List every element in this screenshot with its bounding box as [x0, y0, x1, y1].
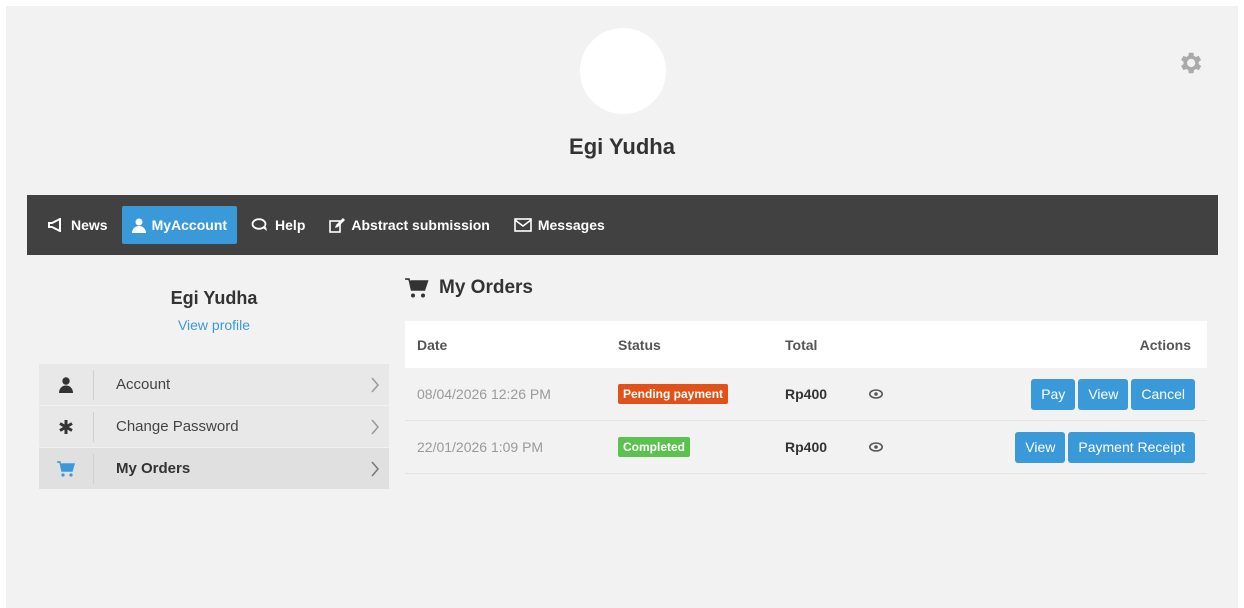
cancel-button[interactable]: Cancel [1131, 378, 1195, 410]
order-total: Rp400 [785, 386, 828, 402]
nav-item-help[interactable]: Help [241, 206, 315, 244]
order-date: 22/01/2026 1:09 PM [417, 439, 544, 455]
orders-table: Date Status Total Actions 08/04/2026 12:… [405, 321, 1207, 474]
column-header-actions: Actions [1139, 336, 1191, 353]
chevron-right-icon [361, 419, 389, 435]
column-header-date: Date [417, 336, 448, 353]
nav-item-label: Abstract submission [351, 217, 490, 233]
nav-item-label: Messages [537, 217, 605, 233]
edit-icon [329, 217, 346, 233]
payment-receipt-button[interactable]: Payment Receipt [1068, 431, 1195, 463]
sidebar-item-change-password[interactable]: Change Password [39, 406, 389, 447]
user-icon [131, 218, 146, 233]
table-row: 08/04/2026 12:26 PM Pending payment Rp40… [405, 368, 1207, 421]
envelope-icon [514, 218, 532, 232]
eye-icon[interactable] [869, 439, 909, 455]
sidebar-icon-wrap [39, 406, 93, 447]
nav-item-abstract-submission[interactable]: Abstract submission [319, 206, 499, 244]
chevron-right-icon [361, 461, 389, 477]
chevron-right-icon [361, 377, 389, 393]
view-profile-link[interactable]: View profile [39, 317, 389, 333]
sidebar-menu: Account Change Password My Orders [39, 364, 389, 490]
sidebar-item-label: Account [116, 376, 171, 393]
column-header-total: Total [785, 336, 818, 353]
sidebar-item-label: Change Password [116, 418, 239, 435]
order-total: Rp400 [785, 439, 828, 455]
orders-section: My Orders Date Status Total Actions 08/0… [405, 272, 1207, 474]
cart-icon [405, 278, 429, 298]
main-navbar: News MyAccount Help Abstract submission [27, 195, 1218, 255]
page-title-text: My Orders [439, 277, 533, 298]
view-button[interactable]: View [1078, 378, 1129, 410]
megaphone-icon [48, 218, 61, 232]
order-status-cell: Completed [618, 437, 785, 457]
order-actions: View Payment Receipt [909, 431, 1207, 463]
asterisk-icon [59, 419, 73, 434]
avatar [580, 28, 666, 114]
account-sidebar: Egi Yudha View profile Account Change Pa… [39, 266, 389, 489]
order-status-cell: Pending payment [618, 384, 785, 404]
profile-name: Egi Yudha [569, 134, 675, 159]
sidebar-icon-wrap [39, 364, 93, 405]
sidebar-item-account[interactable]: Account [39, 364, 389, 405]
nav-item-label: MyAccount [151, 217, 228, 233]
status-badge: Completed [618, 437, 691, 457]
pay-button[interactable]: Pay [1031, 378, 1076, 410]
nav-item-myaccount[interactable]: MyAccount [121, 206, 238, 244]
view-button[interactable]: View [1015, 431, 1066, 463]
table-header: Date Status Total Actions [405, 321, 1207, 368]
order-date: 08/04/2026 12:26 PM [417, 386, 551, 402]
sidebar-item-my-orders[interactable]: My Orders [39, 448, 389, 489]
nav-item-label: Help [275, 217, 306, 233]
table-row: 22/01/2026 1:09 PM Completed Rp400 View … [405, 421, 1207, 474]
eye-icon[interactable] [869, 386, 909, 402]
gear-icon[interactable] [1176, 49, 1204, 77]
sidebar-icon-wrap [39, 448, 93, 489]
page-frame: Egi Yudha News MyAccount Help Abstract s… [6, 6, 1238, 608]
nav-item-label: News [71, 217, 108, 233]
nav-item-messages[interactable]: Messages [504, 206, 615, 244]
page-title: My Orders [405, 272, 1207, 304]
user-icon [59, 376, 73, 393]
cart-icon [57, 460, 75, 477]
status-badge: Pending payment [618, 384, 729, 404]
sidebar-item-label: My Orders [116, 460, 191, 477]
column-header-status: Status [618, 336, 661, 353]
sidebar-user-name: Egi Yudha [170, 288, 258, 308]
order-actions: Pay View Cancel [909, 378, 1207, 410]
nav-item-news[interactable]: News [37, 206, 118, 244]
chat-icon [251, 218, 268, 231]
